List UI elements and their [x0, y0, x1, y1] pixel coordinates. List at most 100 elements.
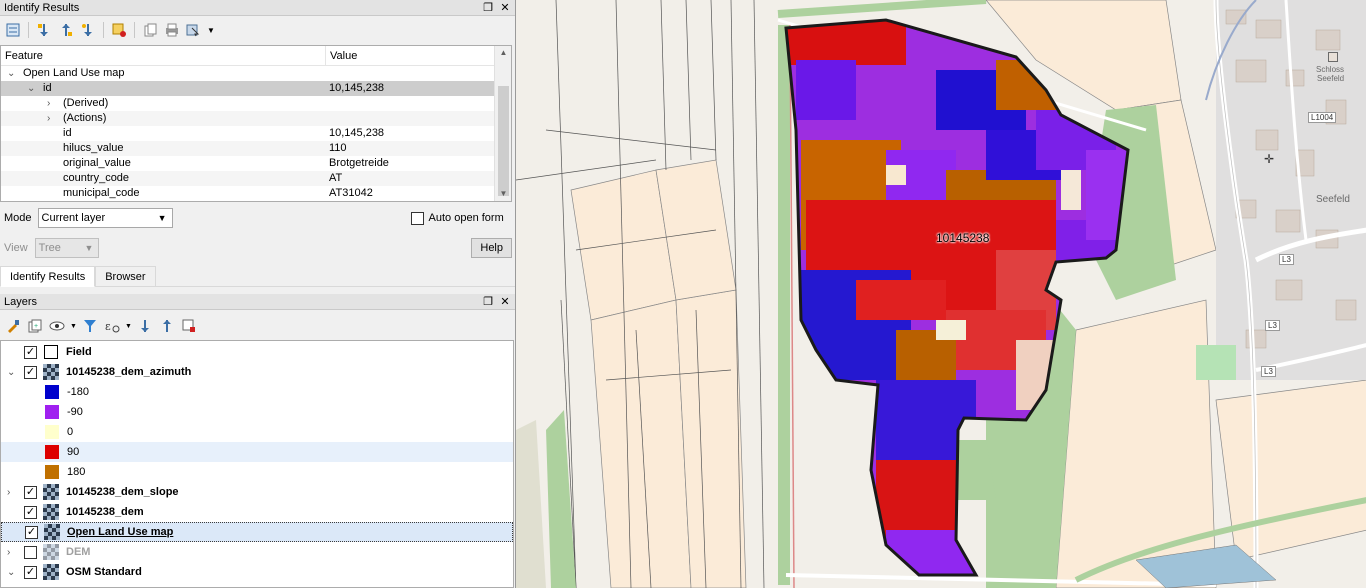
tab-identify-results[interactable]: Identify Results — [0, 266, 96, 287]
layer-visibility-checkbox[interactable]: ✓ — [24, 485, 37, 499]
chevron-down-icon[interactable]: ⌄ — [7, 367, 15, 378]
chevron-down-icon[interactable]: ⌄ — [7, 567, 15, 578]
layer-row-open-land-use-map[interactable]: ✓ Open Land Use map — [1, 522, 513, 542]
chevron-right-icon[interactable]: › — [7, 547, 10, 558]
legend-swatch — [45, 445, 59, 459]
copy-icon[interactable] — [141, 21, 159, 39]
scrollbar-thumb[interactable] — [498, 86, 509, 196]
legend-item: 90 — [1, 442, 513, 462]
layers-title: Layers — [4, 295, 38, 308]
chevron-right-icon[interactable]: › — [47, 111, 50, 126]
chevron-down-icon[interactable]: ▼ — [207, 26, 215, 35]
tree-row[interactable]: id 10,145,238 — [1, 126, 511, 141]
layer-row-dem[interactable]: ✓ 10145238_dem — [1, 502, 513, 522]
chevron-down-icon: ▼ — [84, 243, 94, 253]
raster-layer-icon — [43, 564, 59, 580]
layer-row-dem-slope[interactable]: › ✓ 10145238_dem_slope — [1, 482, 513, 502]
raster-layer-icon — [44, 524, 60, 540]
layer-visibility-checkbox[interactable]: ✓ — [24, 565, 37, 579]
collapse-all-icon[interactable] — [57, 21, 75, 39]
expand-new-icon[interactable] — [79, 21, 97, 39]
help-button[interactable]: Help — [471, 238, 512, 258]
chevron-down-icon[interactable]: ⌄ — [7, 66, 15, 81]
panel-tabs: Identify Results Browser — [0, 266, 515, 287]
tree-row[interactable]: › (Derived) — [1, 96, 511, 111]
chevron-right-icon[interactable]: › — [7, 487, 10, 498]
close-icon[interactable]: ✕ — [499, 295, 511, 308]
float-dock-icon[interactable]: ❐ — [482, 1, 494, 14]
chevron-down-icon[interactable]: ▼ — [70, 323, 77, 330]
tree-row[interactable]: › (Actions) — [1, 111, 511, 126]
value-column-header[interactable]: Value — [326, 46, 357, 65]
float-dock-icon[interactable]: ❐ — [482, 295, 494, 308]
chevron-down-icon[interactable]: ▼ — [125, 323, 132, 330]
layers-title-bar: Layers ❐ ✕ — [0, 294, 515, 310]
field-id-label: 10145238 — [936, 231, 990, 245]
add-group-icon[interactable]: + — [26, 317, 44, 335]
place-label: Seefeld — [1316, 194, 1350, 205]
print-icon[interactable] — [163, 21, 181, 39]
legend-item: 0 — [1, 422, 513, 442]
legend-swatch — [45, 385, 59, 399]
tree-row[interactable]: country_code AT — [1, 171, 511, 186]
chevron-down-icon: ▼ — [157, 213, 167, 223]
map-canvas[interactable]: 10145238 Schloss Seefeld Seefeld L1004 L… — [515, 0, 1366, 588]
tree-header: Feature Value — [1, 46, 511, 66]
scroll-up-icon[interactable]: ▲ — [495, 46, 511, 60]
svg-text:ε: ε — [105, 320, 111, 333]
clear-results-icon[interactable] — [110, 21, 128, 39]
select-features-icon[interactable] — [185, 21, 203, 39]
legend-item: 180 — [1, 462, 513, 482]
identify-results-title-bar: Identify Results ❐ ✕ — [0, 0, 515, 16]
remove-layer-icon[interactable] — [180, 317, 198, 335]
style-brush-icon[interactable] — [4, 317, 22, 335]
place-label: Schloss — [1316, 65, 1345, 74]
filter-expression-icon[interactable]: ε — [103, 317, 121, 335]
close-icon[interactable]: ✕ — [499, 1, 511, 14]
layer-row-osm-standard[interactable]: ⌄ ✓ OSM Standard — [1, 562, 513, 582]
legend-swatch — [45, 465, 59, 479]
auto-open-form-checkbox[interactable] — [410, 211, 424, 225]
identify-results-title: Identify Results — [4, 1, 80, 14]
tree-row[interactable]: ⌄ Open Land Use map — [1, 66, 511, 81]
layer-row-field[interactable]: ✓ Field — [1, 342, 513, 362]
vertical-scrollbar[interactable]: ▲ ▼ — [494, 46, 511, 201]
chevron-right-icon[interactable]: › — [47, 96, 50, 111]
layer-visibility-checkbox[interactable]: ✓ — [24, 345, 37, 359]
polygon-layer-icon — [44, 345, 58, 359]
scroll-down-icon[interactable]: ▼ — [495, 187, 511, 201]
mode-select[interactable]: Current layer ▼ — [37, 208, 173, 228]
expand-all-icon[interactable] — [35, 21, 53, 39]
layer-visibility-checkbox[interactable] — [24, 545, 37, 559]
visibility-eye-icon[interactable] — [48, 317, 66, 335]
chevron-down-icon[interactable]: ⌄ — [27, 81, 35, 96]
layer-visibility-checkbox[interactable]: ✓ — [24, 365, 37, 379]
legend-item: -180 — [1, 382, 513, 402]
raster-layer-icon — [43, 544, 59, 560]
mode-label: Mode — [4, 212, 32, 224]
expand-tree-icon[interactable] — [4, 21, 22, 39]
svg-text:+: + — [34, 323, 38, 330]
collapse-all-icon[interactable] — [158, 317, 176, 335]
tree-row[interactable]: original_value Brotgetreide — [1, 156, 511, 171]
layer-visibility-checkbox[interactable]: ✓ — [25, 525, 38, 539]
left-dock: Identify Results ❐ ✕ ▼ Feature Value ⌄ O… — [0, 0, 515, 588]
castle-icon — [1328, 52, 1338, 62]
legend-swatch — [45, 405, 59, 419]
tree-row[interactable]: municipal_code AT31042 — [1, 186, 511, 201]
view-select[interactable]: Tree ▼ — [34, 238, 100, 258]
road-label: L3 — [1265, 320, 1280, 331]
tab-browser[interactable]: Browser — [95, 266, 156, 286]
expand-all-icon[interactable] — [136, 317, 154, 335]
feature-column-header[interactable]: Feature — [1, 46, 326, 65]
raster-layer-icon — [43, 364, 59, 380]
identify-toolbar: ▼ — [0, 16, 215, 44]
mode-row: Mode Current layer ▼ Auto open form — [0, 206, 512, 230]
raster-layer-icon — [43, 484, 59, 500]
layer-visibility-checkbox[interactable]: ✓ — [24, 505, 37, 519]
filter-icon[interactable] — [81, 317, 99, 335]
tree-row[interactable]: ⌄ id 10,145,238 — [1, 81, 511, 96]
tree-row[interactable]: hilucs_value 110 — [1, 141, 511, 156]
layer-row-dem-azimuth[interactable]: ⌄ ✓ 10145238_dem_azimuth — [1, 362, 513, 382]
layer-row-dem-source[interactable]: › DEM — [1, 542, 513, 562]
